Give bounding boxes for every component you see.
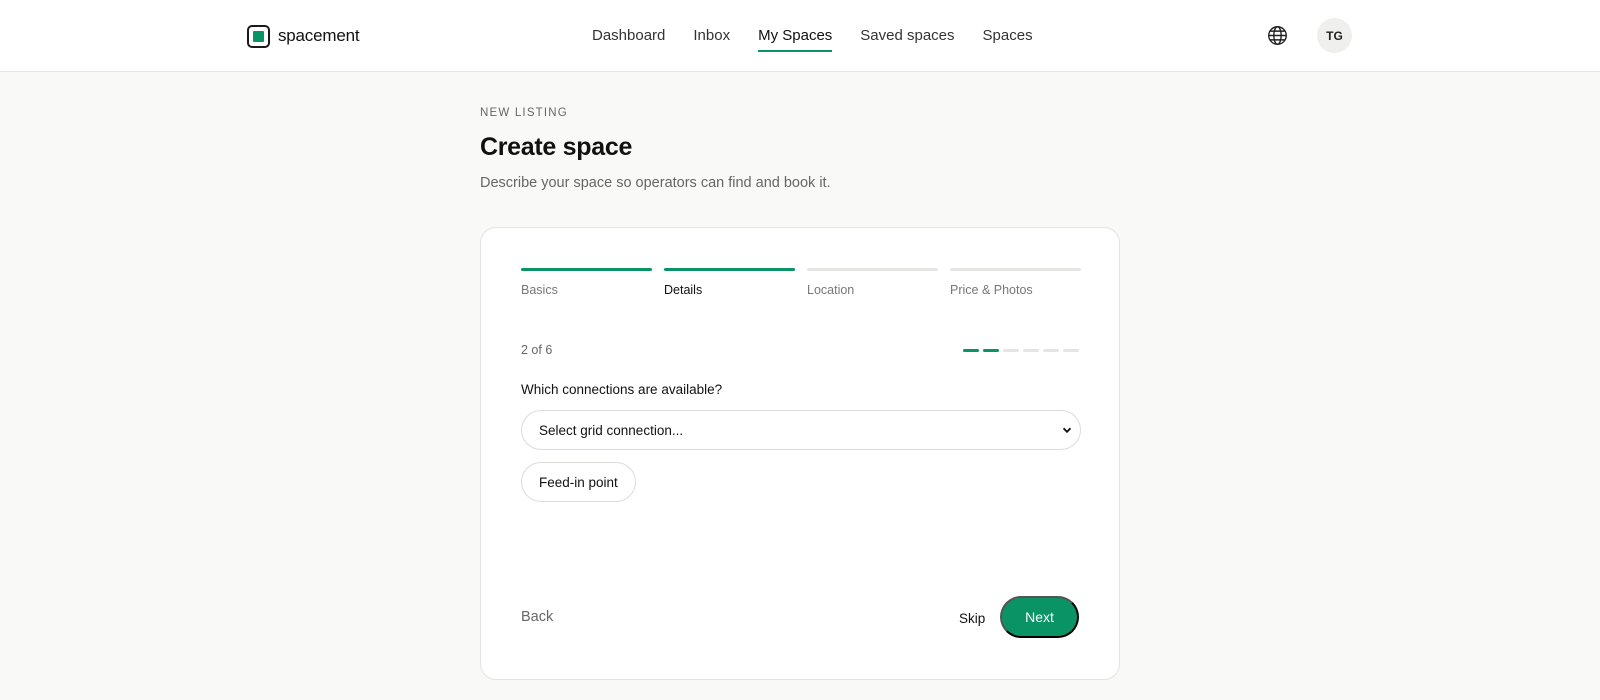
step-progress-bar	[807, 268, 938, 271]
main-nav: Dashboard Inbox My Spaces Saved spaces S…	[592, 0, 1033, 72]
step-label: Basics	[521, 283, 558, 297]
progress-dot	[1063, 349, 1079, 352]
nav-item-inbox[interactable]: Inbox	[693, 0, 730, 72]
step-label: Location	[807, 283, 855, 297]
back-button[interactable]: Back	[521, 609, 553, 625]
step-label: Price & Photos	[950, 283, 1033, 297]
skip-button[interactable]: Skip	[959, 611, 985, 626]
question-progress-dots	[963, 349, 1079, 352]
chevron-down-icon	[1062, 427, 1072, 434]
step-label: Details	[664, 283, 703, 297]
step-location[interactable]: Location	[807, 268, 938, 297]
wizard-card: Basics Details Location Price & Photos 2…	[480, 227, 1120, 680]
step-progress-bar	[521, 268, 652, 271]
next-button[interactable]: Next	[1000, 596, 1079, 638]
progress-dot	[1043, 349, 1059, 352]
page-title: Create space	[480, 133, 633, 161]
page-eyebrow: NEW LISTING	[480, 107, 568, 119]
feed-in-point-chip[interactable]: Feed-in point	[521, 462, 636, 502]
step-price-photos[interactable]: Price & Photos	[950, 268, 1081, 297]
select-value: Select grid connection...	[539, 422, 684, 438]
page-subtitle: Describe your space so operators can fin…	[480, 175, 831, 191]
question-counter: 2 of 6	[521, 343, 553, 357]
square-logo-icon	[247, 24, 270, 48]
grid-connection-select[interactable]: Select grid connection...	[521, 410, 1081, 450]
progress-dot	[1023, 349, 1039, 352]
wizard-stepper: Basics Details Location Price & Photos	[521, 268, 1081, 297]
step-progress-bar	[664, 268, 795, 271]
globe-icon[interactable]	[1267, 25, 1288, 46]
nav-item-dashboard[interactable]: Dashboard	[592, 0, 665, 72]
progress-dot	[963, 349, 979, 352]
progress-dot	[1003, 349, 1019, 352]
question-label: Which connections are available?	[521, 382, 723, 397]
nav-item-my-spaces[interactable]: My Spaces	[758, 0, 833, 72]
step-progress-bar	[950, 268, 1081, 271]
nav-item-saved-spaces[interactable]: Saved spaces	[860, 0, 954, 72]
nav-item-spaces[interactable]: Spaces	[983, 0, 1033, 72]
progress-dot	[983, 349, 999, 352]
step-details[interactable]: Details	[664, 268, 795, 297]
brand-name: spacement	[278, 26, 360, 45]
step-basics[interactable]: Basics	[521, 268, 652, 297]
user-avatar[interactable]: TG	[1317, 18, 1352, 53]
top-navigation-bar: spacement Dashboard Inbox My Spaces Save…	[0, 0, 1600, 72]
brand-logo[interactable]: spacement	[247, 24, 360, 48]
